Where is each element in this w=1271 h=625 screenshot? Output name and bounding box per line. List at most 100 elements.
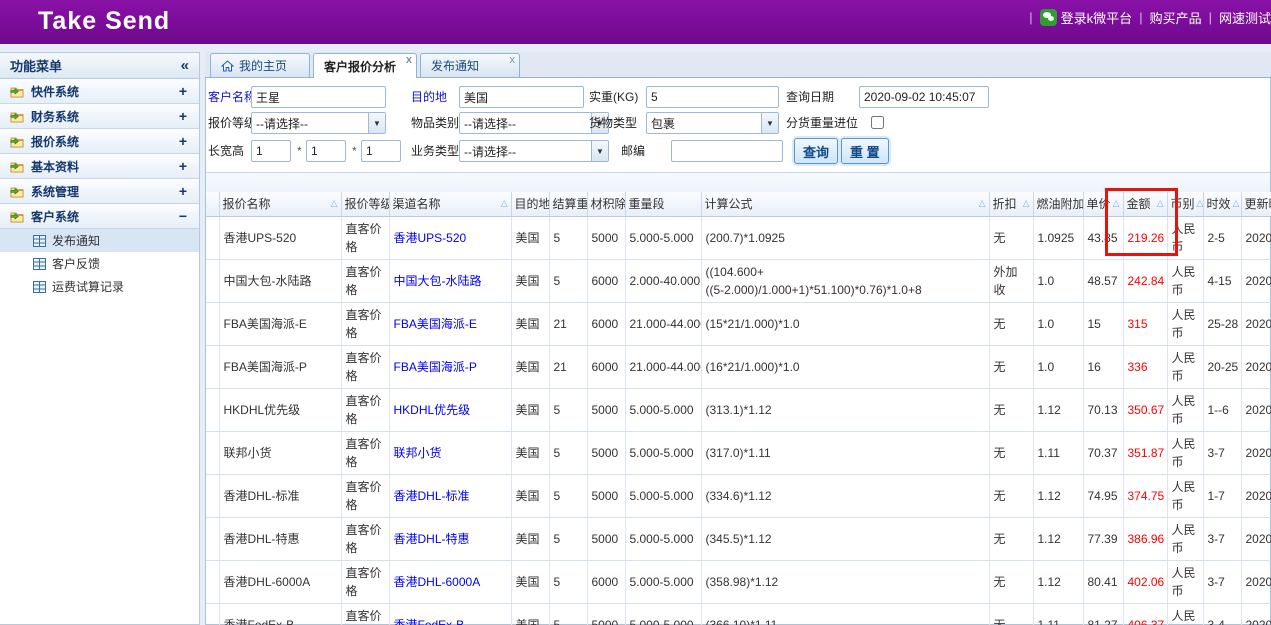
length-input[interactable] [251, 140, 291, 162]
tab-active[interactable]: 客户报价分析x [313, 53, 417, 78]
sidebar-item-0[interactable]: 快件系统+ [0, 79, 199, 104]
column-header-2[interactable]: 报价等级△ [341, 192, 389, 216]
sort-icon[interactable]: △ [1111, 198, 1120, 209]
cell-amount: 350.67 [1123, 388, 1167, 431]
height-input[interactable] [361, 140, 401, 162]
sidebar-item-5[interactable]: 客户系统− [0, 204, 199, 229]
channel-link[interactable]: 香港DHL-6000A [394, 575, 481, 589]
column-header-5[interactable]: 结算重△ [549, 192, 587, 216]
minus-icon[interactable]: − [179, 208, 187, 224]
column-header-4[interactable]: 目的地△ [511, 192, 549, 216]
sort-icon[interactable]: △ [1231, 198, 1240, 209]
sort-icon[interactable]: △ [1195, 198, 1203, 209]
destination-input[interactable] [459, 86, 584, 108]
top-link-speed[interactable]: 网速测试 [1219, 8, 1271, 27]
channel-link[interactable]: 香港DHL-特惠 [394, 532, 470, 546]
cell-discount: 无 [989, 603, 1033, 625]
sidebar: 功能菜单 « 快件系统+财务系统+报价系统+基本资料+系统管理+客户系统−发布通… [0, 52, 200, 625]
channel-link[interactable]: FBA美国海派-P [394, 360, 477, 374]
cell-discount: 外加收 [989, 259, 1033, 302]
column-header-12[interactable]: 金额 △ [1123, 192, 1167, 216]
cell-channel: 香港DHL-标准 [389, 474, 511, 517]
dropdown-arrow-icon[interactable]: ▼ [761, 113, 778, 133]
top-link-login[interactable]: 登录k微平台 [1040, 8, 1133, 27]
channel-link[interactable]: FBA美国海派-E [394, 317, 477, 331]
close-icon[interactable]: x [510, 54, 516, 66]
round-weight-checkbox[interactable] [871, 116, 884, 129]
sidebar-item-4[interactable]: 系统管理+ [0, 179, 199, 204]
close-icon[interactable]: x [406, 54, 412, 66]
column-header-0[interactable] [206, 192, 219, 216]
item-category-select[interactable]: --请选择--▼ [459, 112, 609, 134]
column-header-11[interactable]: 单价△ [1083, 192, 1123, 216]
column-header-1[interactable]: 报价名称△ [219, 192, 341, 216]
plus-icon[interactable]: + [179, 108, 187, 124]
column-header-label: 金额 [1127, 195, 1151, 212]
sort-icon[interactable]: △ [499, 198, 508, 209]
column-header-3[interactable]: 渠道名称△ [389, 192, 511, 216]
sidebar-subitem-0[interactable]: 发布通知 [0, 229, 199, 252]
cell-discount: 无 [989, 474, 1033, 517]
query-date-input[interactable] [859, 86, 989, 108]
customer-name-input[interactable] [251, 86, 386, 108]
sidebar-item-3[interactable]: 基本资料+ [0, 154, 199, 179]
column-header-8[interactable]: 计算公式△ [701, 192, 989, 216]
plus-icon[interactable]: + [179, 133, 187, 149]
reset-button[interactable]: 重 置 [841, 138, 889, 164]
dropdown-arrow-icon[interactable]: ▼ [368, 113, 385, 133]
cell-fuel: 1.12 [1033, 388, 1083, 431]
top-bar: Take Send | 登录k微平台 | 购买产品 | 网速测试 [0, 0, 1271, 44]
postcode-input[interactable] [671, 140, 783, 162]
quote-level-select[interactable]: --请选择--▼ [251, 112, 386, 134]
column-header-13[interactable]: 币别△ [1167, 192, 1203, 216]
channel-link[interactable]: 香港UPS-520 [394, 231, 467, 245]
column-header-label: 燃油附加费 [1037, 195, 1084, 212]
sort-icon[interactable]: △ [1155, 198, 1164, 209]
width-input[interactable] [306, 140, 346, 162]
sidebar-item-label: 报价系统 [31, 133, 79, 150]
channel-link[interactable]: 香港FedEx-B [394, 618, 465, 625]
column-header-7[interactable]: 重量段 [625, 192, 701, 216]
sidebar-subitem-1[interactable]: 客户反馈 [0, 252, 199, 275]
tab-other[interactable]: 发布通知x [420, 53, 520, 77]
sidebar-header: 功能菜单 « [0, 53, 199, 79]
cargo-type-select[interactable]: 包裹▼ [646, 112, 779, 134]
column-header-9[interactable]: 折扣△ [989, 192, 1033, 216]
tab-home[interactable]: 我的主页 [210, 53, 310, 77]
sidebar-item-1[interactable]: 财务系统+ [0, 104, 199, 129]
column-header-label: 币别 [1171, 195, 1195, 212]
plus-icon[interactable]: + [179, 183, 187, 199]
cell-fuel: 1.0925 [1033, 216, 1083, 259]
content-panel: 客户名称 目的地 实重(KG) 查询日期 报价等级 --请选择--▼ 物品类别 … [205, 78, 1271, 625]
plus-icon[interactable]: + [179, 83, 187, 99]
sort-icon[interactable]: △ [329, 198, 338, 209]
cell-selector [206, 345, 219, 388]
cell-unit: 15 [1083, 302, 1123, 345]
cell-formula: (200.7)*1.0925 [701, 216, 989, 259]
plus-icon[interactable]: + [179, 158, 187, 174]
sidebar-item-2[interactable]: 报价系统 + [0, 129, 199, 154]
channel-link[interactable]: 香港DHL-标准 [394, 489, 470, 503]
business-type-select[interactable]: --请选择--▼ [459, 140, 609, 162]
sort-icon[interactable]: △ [1021, 198, 1030, 209]
collapse-sidebar-icon[interactable]: « [181, 57, 189, 74]
top-link-buy[interactable]: 购买产品 [1150, 8, 1202, 27]
cell-range: 5.000-5.000 [625, 388, 701, 431]
cell-channel: 中国大包-水陆路 [389, 259, 511, 302]
sort-icon[interactable]: △ [977, 198, 986, 209]
column-header-15[interactable]: 更新时间 [1241, 192, 1271, 216]
channel-link[interactable]: 联邦小货 [394, 446, 442, 460]
channel-link[interactable]: HKDHL优先级 [394, 403, 471, 417]
column-header-14[interactable]: 时效△ [1203, 192, 1241, 216]
cell-dest: 美国 [511, 560, 549, 603]
column-header-6[interactable]: 材积除△ [587, 192, 625, 216]
cell-channel: 香港DHL-6000A [389, 560, 511, 603]
sidebar-subitem-2[interactable]: 运费试算记录 [0, 275, 199, 298]
column-header-label: 时效 [1207, 195, 1231, 212]
cell-level: 直客价格 [341, 603, 389, 625]
weight-input[interactable] [646, 86, 779, 108]
channel-link[interactable]: 中国大包-水陆路 [394, 274, 482, 288]
search-button[interactable]: 查询 [794, 138, 838, 164]
dropdown-arrow-icon[interactable]: ▼ [591, 141, 608, 161]
column-header-10[interactable]: 燃油附加费△ [1033, 192, 1083, 216]
